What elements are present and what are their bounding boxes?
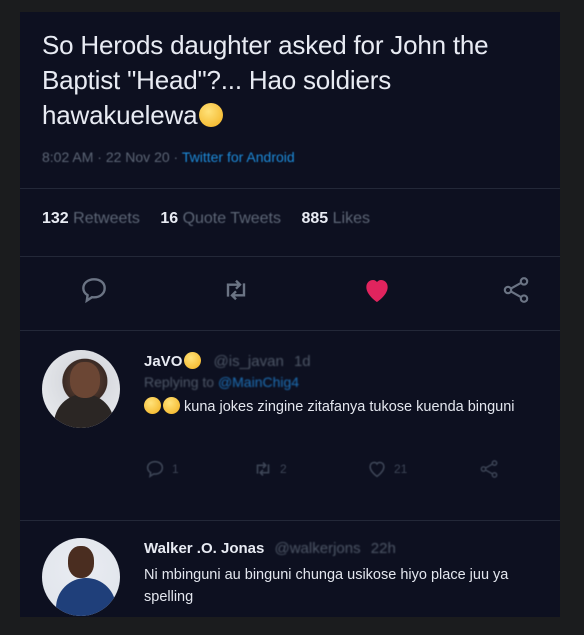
reply-icon — [146, 460, 164, 479]
avatar-body — [56, 578, 116, 616]
reply-actions: 1 2 21 — [144, 458, 544, 486]
reply-author[interactable]: JaVO @is_javan 1d — [144, 352, 311, 370]
reply-reply-button[interactable]: 1 — [144, 458, 179, 480]
grin-emoji-icon — [144, 397, 161, 414]
retweet-count[interactable]: 132 — [42, 210, 69, 227]
reply-share-button[interactable] — [478, 458, 500, 480]
share-button[interactable] — [500, 274, 532, 306]
share-icon — [503, 277, 529, 303]
reply-author-name[interactable]: JaVO — [144, 353, 182, 370]
tweet-meta: 8:02 AM · 22 Nov 20 · Twitter for Androi… — [42, 149, 295, 165]
avatar[interactable] — [42, 350, 120, 428]
replying-prefix: Replying to — [144, 374, 215, 390]
divider — [20, 256, 560, 257]
avatar[interactable] — [42, 538, 120, 616]
quote-tweet-count[interactable]: 16 — [160, 210, 178, 227]
tweet-time: 8:02 AM — [42, 149, 94, 165]
reply-like-count: 21 — [394, 462, 408, 476]
reply-age: 1d — [293, 353, 311, 370]
heart-icon — [366, 280, 388, 302]
like-button[interactable] — [361, 274, 393, 306]
retweet-label[interactable]: Retweets — [73, 210, 140, 227]
divider — [20, 330, 560, 331]
tweet-stats: 132 Retweets 16 Quote Tweets 885 Likes — [42, 210, 386, 228]
retweet-icon — [226, 279, 246, 301]
reply-button[interactable] — [78, 274, 110, 306]
replying-to-handle[interactable]: @MainChig4 — [218, 374, 299, 390]
divider — [20, 520, 560, 521]
share-icon — [480, 460, 498, 478]
reply-item[interactable]: Walker .O. Jonas @walkerjons 22h Ni mbin… — [20, 530, 560, 617]
reply-author-handle: @walkerjons — [274, 540, 361, 557]
heart-outline-icon — [369, 461, 385, 478]
divider — [20, 188, 560, 189]
reply-age: 22h — [370, 540, 396, 557]
smile-emoji-icon — [184, 352, 202, 369]
tweet-text: So Herods daughter asked for John the Ba… — [42, 30, 489, 130]
reply-retweet-button[interactable]: 2 — [252, 458, 287, 480]
reply-reply-count: 1 — [172, 462, 179, 476]
reply-retweet-count: 2 — [280, 462, 287, 476]
avatar-face — [70, 362, 100, 398]
avatar-face — [68, 546, 94, 578]
tweet-body: So Herods daughter asked for John the Ba… — [42, 28, 542, 133]
tweet-screen: So Herods daughter asked for John the Ba… — [20, 12, 560, 617]
retweet-button[interactable] — [220, 274, 252, 306]
retweet-icon — [256, 461, 270, 477]
reply-like-button[interactable]: 21 — [366, 458, 407, 480]
reply-author-name[interactable]: Walker .O. Jonas — [144, 540, 264, 557]
reply-icon — [82, 278, 106, 304]
reply-author-handle: @is_javan — [213, 353, 284, 370]
laughing-emoji-icon — [199, 103, 224, 127]
replying-to: Replying to @MainChig4 — [144, 374, 299, 390]
reply-text-content: kuna jokes zingine zitafanya tukose kuen… — [184, 399, 515, 415]
reply-text: Ni mbinguni au binguni chunga usikose hi… — [144, 567, 509, 605]
tweet-actions — [20, 274, 560, 310]
grin-emoji-icon — [163, 397, 180, 414]
like-label[interactable]: Likes — [333, 210, 370, 227]
quote-tweet-label[interactable]: Quote Tweets — [183, 210, 281, 227]
tweet-date: 22 Nov 20 — [105, 149, 170, 165]
reply-text: kuna jokes zingine zitafanya tukose kuen… — [144, 396, 539, 418]
reply-item[interactable]: JaVO @is_javan 1d Replying to @MainChig4… — [20, 342, 560, 522]
avatar-body — [54, 394, 114, 428]
like-count[interactable]: 885 — [301, 210, 328, 227]
reply-author[interactable]: Walker .O. Jonas @walkerjons 22h — [144, 540, 396, 557]
tweet-client-link[interactable]: Twitter for Android — [182, 149, 295, 165]
